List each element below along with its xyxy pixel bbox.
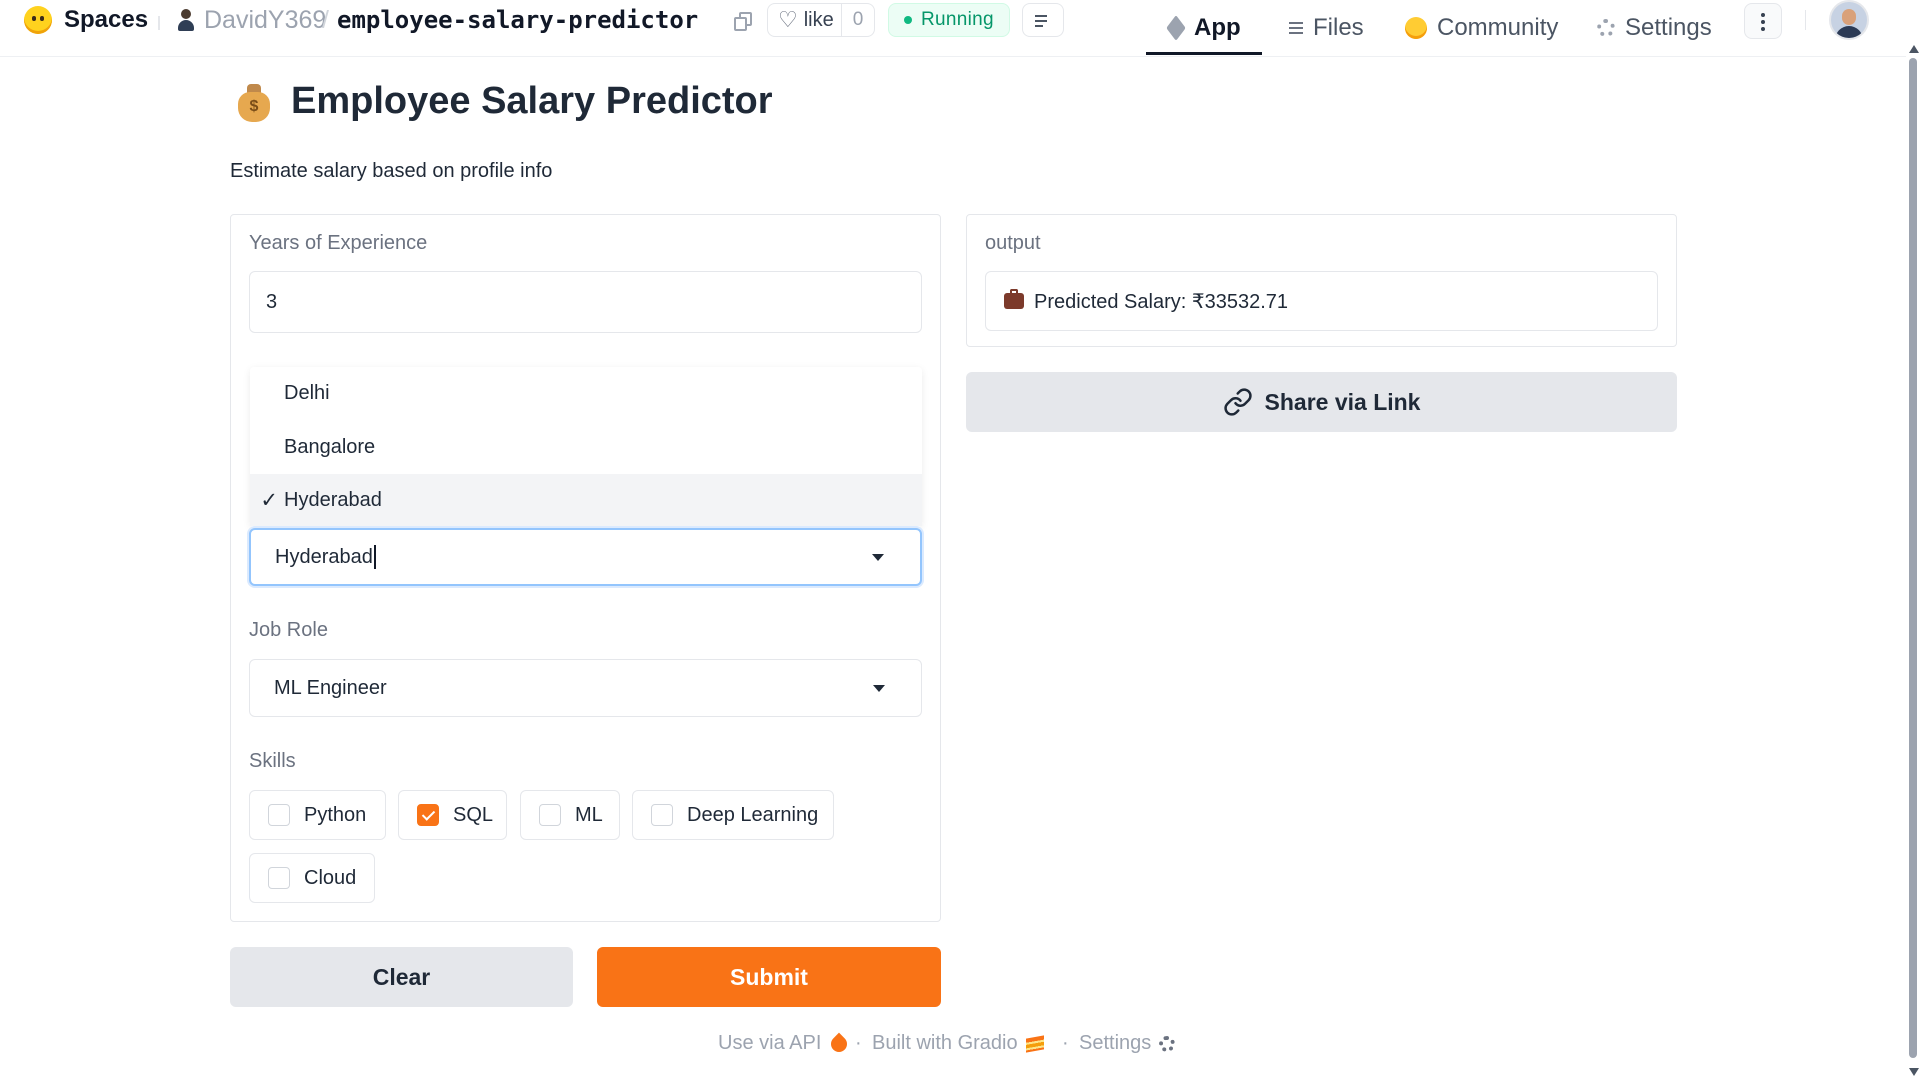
- user-avatar-icon: [178, 9, 194, 31]
- user-avatar[interactable]: [1829, 0, 1869, 40]
- cube-icon: [1166, 15, 1186, 41]
- briefcase-icon: [1004, 289, 1024, 309]
- like-label: like: [803, 8, 834, 31]
- api-link-label: Use via API: [718, 1032, 822, 1054]
- hugging-face-icon: [1405, 17, 1427, 39]
- tab-community-label: Community: [1437, 14, 1559, 41]
- heart-icon: ♡: [778, 7, 798, 32]
- experience-label: Years of Experience: [249, 232, 428, 254]
- active-tab-indicator: [1146, 52, 1262, 55]
- more-options-button[interactable]: [1744, 3, 1782, 39]
- experience-input[interactable]: 3: [249, 271, 922, 333]
- checked-checkbox-icon: [417, 804, 439, 826]
- job-role-label: Job Role: [249, 619, 328, 641]
- skill-label: ML: [575, 803, 603, 826]
- built-with-label: Built with Gradio: [872, 1032, 1018, 1054]
- space-owner-link[interactable]: DavidY369: [204, 0, 326, 40]
- scrollbar-thumb[interactable]: [1909, 58, 1917, 1058]
- copy-icon[interactable]: [734, 12, 752, 31]
- city-option-hyderabad[interactable]: ✓ Hyderabad: [250, 474, 922, 526]
- hugging-face-logo-icon[interactable]: [24, 6, 52, 34]
- skill-checkbox-python[interactable]: Python: [249, 790, 386, 840]
- link-icon: [1223, 388, 1252, 416]
- rocket-icon: [828, 1032, 851, 1056]
- tab-community[interactable]: Community: [1405, 0, 1558, 56]
- footer-separator: ·: [1062, 1032, 1069, 1054]
- like-count: 0: [841, 4, 874, 36]
- spaces-link[interactable]: Spaces: [64, 0, 148, 40]
- tab-app[interactable]: App: [1166, 0, 1262, 56]
- path-separator: /: [322, 5, 329, 34]
- tab-settings[interactable]: Settings: [1597, 0, 1712, 56]
- skill-label: Cloud: [304, 866, 357, 889]
- queue-menu-button[interactable]: [1022, 3, 1064, 37]
- skill-label: Python: [304, 803, 367, 826]
- space-name-link[interactable]: employee-salary-predictor: [337, 0, 698, 40]
- checkbox-icon: [268, 804, 290, 826]
- gradio-logo-icon: [1025, 1035, 1044, 1053]
- built-with-gradio-link[interactable]: Built with Gradio: [872, 1032, 1044, 1055]
- app-title: Employee Salary Predictor: [291, 80, 773, 122]
- money-bag-icon: $: [236, 84, 272, 124]
- vertical-scrollbar[interactable]: [1906, 40, 1920, 1080]
- gear-icon: [1597, 19, 1615, 37]
- footer-settings-label: Settings: [1079, 1032, 1152, 1054]
- use-via-api-link[interactable]: Use via API: [718, 1032, 851, 1056]
- scroll-up-arrow-icon[interactable]: [1909, 45, 1919, 53]
- option-label: Hyderabad: [284, 488, 382, 511]
- skill-label: Deep Learning: [687, 803, 819, 826]
- job-role-value: ML Engineer: [274, 676, 387, 699]
- scroll-down-arrow-icon[interactable]: [1909, 1068, 1919, 1076]
- gear-icon: [1159, 1035, 1176, 1052]
- clear-button[interactable]: Clear: [230, 947, 573, 1007]
- job-role-dropdown[interactable]: ML Engineer: [249, 659, 922, 717]
- top-navigation-bar: Spaces DavidY369 / employee-salary-predi…: [0, 0, 1920, 57]
- output-textbox[interactable]: Predicted Salary: ₹33532.71: [985, 271, 1658, 331]
- submit-button[interactable]: Submit: [597, 947, 941, 1007]
- like-button[interactable]: ♡ like 0: [767, 3, 875, 37]
- tab-files-label: Files: [1313, 14, 1364, 41]
- checkbox-icon: [539, 804, 561, 826]
- chevron-down-icon: [872, 554, 884, 561]
- city-dropdown-value: Hyderabad: [275, 545, 373, 568]
- checkmark-icon: ✓: [260, 488, 278, 512]
- city-dropdown[interactable]: Hyderabad: [249, 528, 922, 586]
- option-label: Bangalore: [284, 435, 376, 458]
- status-text: Running: [921, 9, 994, 30]
- skill-checkbox-ml[interactable]: ML: [520, 790, 620, 840]
- status-dot-icon: [904, 16, 912, 24]
- city-option-delhi[interactable]: Delhi: [250, 367, 922, 419]
- status-badge: Running: [888, 3, 1010, 37]
- text-cursor: [373, 545, 376, 569]
- skill-checkbox-cloud[interactable]: Cloud: [249, 853, 375, 903]
- output-label: output: [985, 232, 1041, 254]
- chevron-down-icon: [873, 685, 885, 692]
- option-label: Delhi: [284, 381, 330, 404]
- checkbox-icon: [651, 804, 673, 826]
- tab-app-label: App: [1194, 14, 1241, 41]
- app-description: Estimate salary based on profile info: [230, 160, 553, 182]
- city-option-bangalore[interactable]: Bangalore: [250, 421, 922, 473]
- skill-label: SQL: [453, 803, 494, 826]
- divider: [1805, 10, 1806, 30]
- footer-settings-link[interactable]: Settings: [1079, 1032, 1176, 1055]
- skills-label: Skills: [249, 750, 296, 772]
- checkbox-icon: [268, 867, 290, 889]
- share-via-link-button[interactable]: Share via Link: [966, 372, 1677, 432]
- divider: [158, 16, 160, 30]
- files-icon: [1283, 20, 1303, 36]
- skill-checkbox-sql[interactable]: SQL: [398, 790, 507, 840]
- footer: Use via API · Built with Gradio · Settin…: [0, 1032, 1920, 1062]
- footer-separator: ·: [855, 1032, 862, 1054]
- output-value: Predicted Salary: ₹33532.71: [1034, 290, 1288, 313]
- tab-files[interactable]: Files: [1283, 0, 1364, 56]
- share-button-label: Share via Link: [1264, 388, 1421, 415]
- city-options-list: Delhi Bangalore ✓ Hyderabad: [250, 367, 922, 527]
- skill-checkbox-deep-learning[interactable]: Deep Learning: [632, 790, 834, 840]
- tab-settings-label: Settings: [1625, 14, 1712, 41]
